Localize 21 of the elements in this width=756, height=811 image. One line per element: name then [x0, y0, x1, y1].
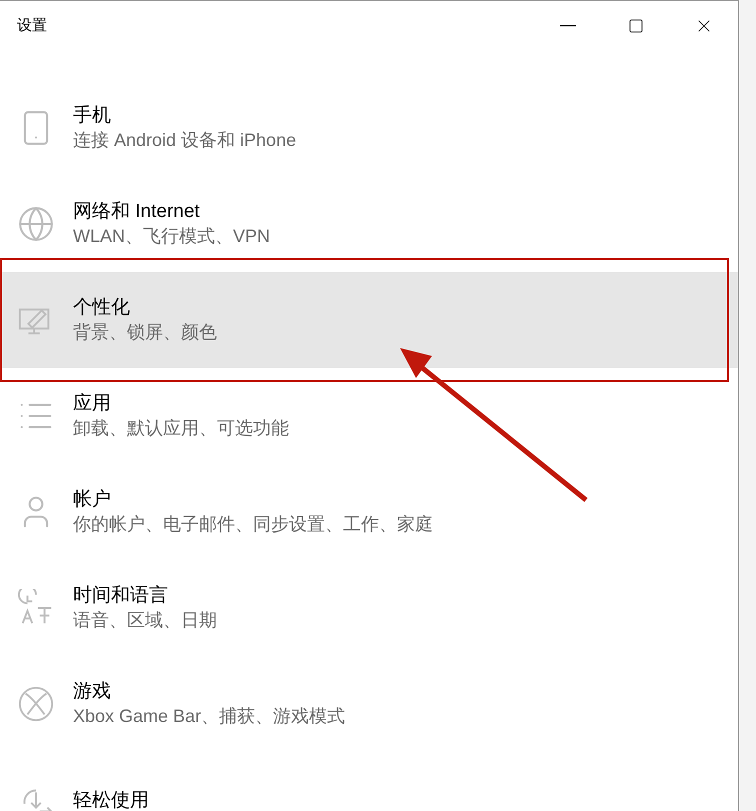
- category-title: 帐户: [73, 488, 112, 512]
- xbox-icon: [16, 685, 54, 723]
- settings-category[interactable]: 个性化 背景、锁屏、颜色: [0, 272, 738, 368]
- category-description: 语音、区域、日期: [73, 609, 217, 632]
- category-title: 游戏: [73, 680, 112, 704]
- category-title: 时间和语言: [73, 584, 169, 608]
- category-title: 个性化: [73, 296, 131, 320]
- globe-icon: [16, 205, 54, 243]
- category-description: 你的帐户、电子邮件、同步设置、工作、家庭: [73, 513, 433, 536]
- category-description: 连接 Android 设备和 iPhone: [73, 129, 296, 152]
- category-title: 网络和 Internet: [73, 200, 201, 224]
- maximize-icon: [628, 18, 644, 34]
- category-description: WLAN、飞行模式、VPN: [73, 225, 270, 248]
- category-title: 应用: [73, 392, 112, 416]
- category-description: 背景、锁屏、颜色: [73, 321, 217, 344]
- category-title: 手机: [73, 104, 112, 128]
- window-title: 设置: [17, 16, 47, 36]
- category-description: Xbox Game Bar、捕获、游戏模式: [73, 705, 346, 728]
- minimize-icon: [560, 25, 576, 27]
- category-title: 轻松使用: [73, 788, 149, 811]
- category-description: 卸载、默认应用、可选功能: [73, 417, 289, 440]
